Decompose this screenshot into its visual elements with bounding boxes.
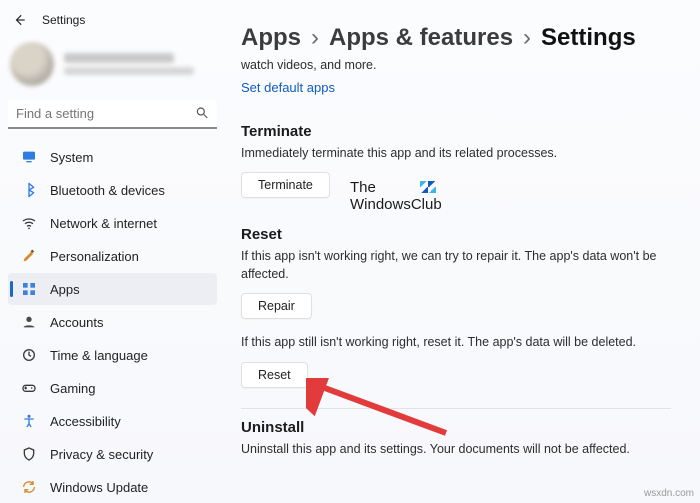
sidebar-item-system[interactable]: System	[8, 141, 217, 173]
sidebar-item-accounts[interactable]: Accounts	[8, 306, 217, 338]
sidebar-item-network[interactable]: Network & internet	[8, 207, 217, 239]
search-box	[8, 100, 217, 129]
breadcrumb-apps[interactable]: Apps	[241, 24, 301, 52]
sidebar-item-label: Apps	[50, 282, 80, 297]
window-title: Settings	[42, 13, 85, 27]
set-default-apps-link[interactable]: Set default apps	[241, 80, 335, 95]
breadcrumb-apps-features[interactable]: Apps & features	[329, 24, 513, 52]
uninstall-desc: Uninstall this app and its settings. You…	[241, 440, 671, 458]
search-input[interactable]	[8, 100, 217, 129]
divider	[241, 408, 671, 409]
shield-icon	[20, 445, 38, 463]
sidebar-item-label: Privacy & security	[50, 447, 153, 462]
person-icon	[20, 313, 38, 331]
sidebar-item-personalization[interactable]: Personalization	[8, 240, 217, 272]
back-button[interactable]	[12, 12, 28, 28]
avatar	[10, 42, 54, 86]
bluetooth-icon	[20, 181, 38, 199]
sidebar-item-accessibility[interactable]: Accessibility	[8, 405, 217, 437]
reset-heading: Reset	[241, 226, 680, 243]
terminate-heading: Terminate	[241, 123, 680, 140]
titlebar: Settings	[8, 10, 217, 34]
settings-window: Settings System	[0, 0, 700, 503]
sidebar-item-gaming[interactable]: Gaming	[8, 372, 217, 404]
sidebar-item-time[interactable]: Time & language	[8, 339, 217, 371]
main-content: Apps › Apps & features › Settings watch …	[225, 0, 700, 503]
repair-button[interactable]: Repair	[241, 293, 312, 319]
sidebar-item-label: Windows Update	[50, 480, 148, 495]
monitor-icon	[20, 148, 38, 166]
accessibility-icon	[20, 412, 38, 430]
uninstall-heading: Uninstall	[241, 419, 680, 436]
sidebar-item-label: Gaming	[50, 381, 96, 396]
sidebar-item-label: System	[50, 150, 93, 165]
paintbrush-icon	[20, 247, 38, 265]
sidebar-item-label: Bluetooth & devices	[50, 183, 165, 198]
sidebar-item-label: Personalization	[50, 249, 139, 264]
sidebar-item-label: Time & language	[50, 348, 148, 363]
breadcrumb-current: Settings	[541, 24, 636, 52]
profile-text	[64, 53, 194, 75]
sidebar-item-label: Network & internet	[50, 216, 157, 231]
profile-block[interactable]	[8, 38, 217, 94]
clock-icon	[20, 346, 38, 364]
reset-button[interactable]: Reset	[241, 362, 308, 388]
reset-desc-repair: If this app isn't working right, we can …	[241, 247, 671, 283]
source-note: wsxdn.com	[644, 488, 694, 499]
sidebar-item-privacy[interactable]: Privacy & security	[8, 438, 217, 470]
chevron-right-icon: ›	[523, 24, 531, 52]
sidebar-item-apps[interactable]: Apps	[8, 273, 217, 305]
terminate-button[interactable]: Terminate	[241, 172, 330, 198]
intro-desc: watch videos, and more.	[241, 58, 680, 72]
sidebar-item-bluetooth[interactable]: Bluetooth & devices	[8, 174, 217, 206]
sidebar-item-label: Accounts	[50, 315, 103, 330]
arrow-left-icon	[13, 13, 27, 27]
sidebar-item-update[interactable]: Windows Update	[8, 471, 217, 503]
sidebar-item-label: Accessibility	[50, 414, 121, 429]
update-icon	[20, 478, 38, 496]
profile-email	[64, 67, 194, 75]
nav: System Bluetooth & devices Network & int…	[8, 141, 217, 503]
reset-desc-reset: If this app still isn't working right, r…	[241, 333, 671, 351]
sidebar: Settings System	[0, 0, 225, 503]
gamepad-icon	[20, 379, 38, 397]
chevron-right-icon: ›	[311, 24, 319, 52]
apps-icon	[20, 280, 38, 298]
terminate-desc: Immediately terminate this app and its r…	[241, 144, 671, 162]
profile-name	[64, 53, 174, 63]
breadcrumb: Apps › Apps & features › Settings	[241, 24, 680, 52]
wifi-icon	[20, 214, 38, 232]
